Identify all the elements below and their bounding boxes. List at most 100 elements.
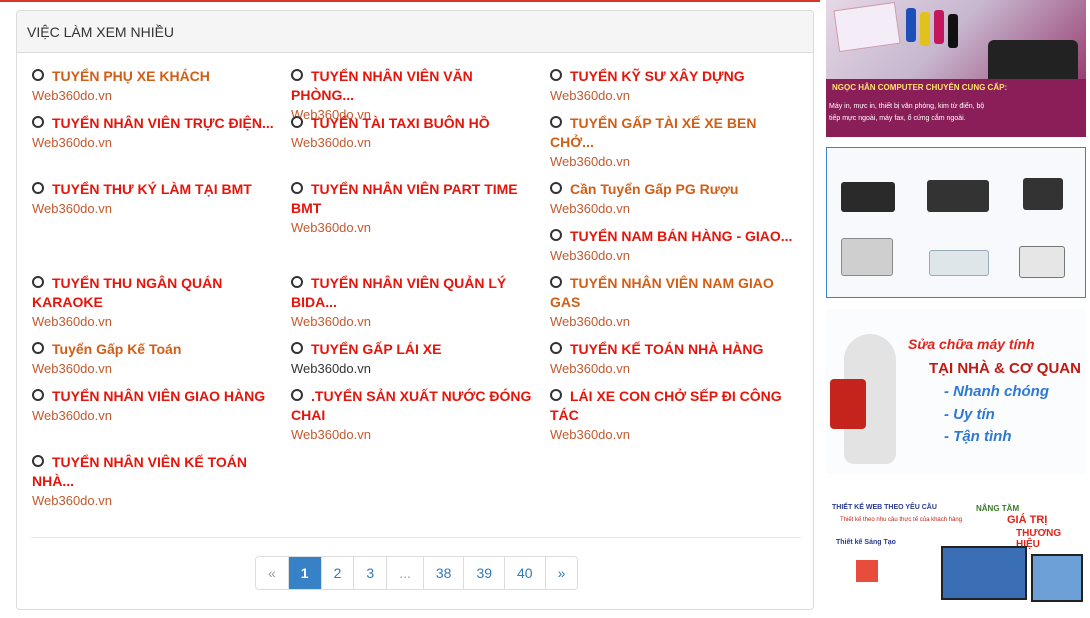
job-item: Cần Tuyển Gấp PG Rượu Web360do.vn bbox=[550, 180, 795, 218]
job-site: Web360do.vn bbox=[550, 361, 630, 376]
job-item: TUYỂN KẾ TOÁN NHÀ HÀNG Web360do.vn bbox=[550, 340, 795, 378]
job-link[interactable]: TUYỂN TÀI TAXI BUÔN HỒ bbox=[291, 114, 536, 133]
job-site: Web360do.vn bbox=[550, 154, 630, 169]
top-accent-line bbox=[0, 0, 820, 2]
job-site: Web360do.vn bbox=[32, 314, 112, 329]
ad-bullet: - Uy tín bbox=[944, 406, 995, 423]
next-page-button[interactable]: » bbox=[544, 557, 578, 589]
page-1-button[interactable]: 1 bbox=[287, 557, 321, 589]
ad-slogan: NÂNG TẦM bbox=[976, 504, 1020, 513]
job-item: Tuyển Gấp Kế Toán Web360do.vn bbox=[32, 340, 277, 378]
ad-slogan: GIÁ TRỊ bbox=[1007, 514, 1048, 526]
job-site: Web360do.vn bbox=[550, 427, 630, 442]
ad-heading: Sửa chữa máy tính bbox=[908, 336, 1035, 352]
job-site: Web360do.vn bbox=[32, 493, 112, 508]
job-link[interactable]: TUYỂN THƯ KÝ LÀM TẠI BMT bbox=[32, 180, 277, 199]
circle-icon bbox=[32, 116, 44, 128]
job-link[interactable]: TUYỂN NHÂN VIÊN QUẢN LÝ BIDA... bbox=[291, 274, 536, 312]
job-item: TUYỂN THU NGÂN QUÁN KARAOKE Web360do.vn bbox=[32, 274, 277, 331]
ad-headline: NGỌC HÂN COMPUTER CHUYÊN CUNG CẤP: bbox=[832, 83, 1008, 92]
circle-icon bbox=[550, 342, 562, 354]
job-site: Web360do.vn bbox=[32, 361, 112, 376]
job-link[interactable]: TUYỂN NHÂN VIÊN TRỰC ĐIỆN... bbox=[32, 114, 277, 133]
ink-bottle-image bbox=[934, 10, 944, 44]
job-link[interactable]: TUYỂN PHỤ XE KHÁCH bbox=[32, 67, 277, 86]
job-link[interactable]: LÁI XE CON CHỞ SẾP ĐI CÔNG TÁC bbox=[550, 387, 795, 425]
job-site: Web360do.vn bbox=[550, 201, 630, 216]
job-site: Web360do.vn bbox=[32, 88, 112, 103]
job-item: TUYỂN NHÂN VIÊN QUẢN LÝ BIDA... Web360do… bbox=[291, 274, 536, 331]
toner-image bbox=[929, 250, 989, 276]
paper-image bbox=[833, 1, 901, 53]
ad-banner-web-design[interactable]: THIẾT KẾ WEB THEO YÊU CẦU Thiết kế theo … bbox=[826, 488, 1086, 612]
job-link[interactable]: Tuyển Gấp Kế Toán bbox=[32, 340, 277, 359]
most-viewed-jobs-panel: VIỆC LÀM XEM NHIỀU TUYỂN PHỤ XE KHÁCH We… bbox=[16, 10, 814, 610]
ad-banner-computer-repair[interactable]: Sửa chữa máy tính TẠI NHÀ & CƠ QUAN - Nh… bbox=[826, 309, 1086, 474]
job-item: TUYỂN GẤP TÀI XẾ XE BEN CHỞ... Web360do.… bbox=[550, 114, 795, 171]
job-site: Web360do.vn bbox=[291, 427, 371, 442]
job-link[interactable]: TUYỂN KỸ SƯ XÂY DỰNG bbox=[550, 67, 795, 86]
job-link[interactable]: TUYỂN NHÂN VIÊN GIAO HÀNG bbox=[32, 387, 277, 406]
job-item: TUYỂN GẤP LÁI XE Web360do.vn bbox=[291, 340, 536, 378]
ink-bottle-image bbox=[920, 12, 930, 46]
panel-title: VIỆC LÀM XEM NHIỀU bbox=[17, 11, 813, 53]
job-link[interactable]: TUYỂN KẾ TOÁN NHÀ HÀNG bbox=[550, 340, 795, 359]
job-link[interactable]: TUYỂN NHÂN VIÊN KẾ TOÁN NHÀ... bbox=[32, 453, 277, 491]
circle-icon bbox=[291, 342, 303, 354]
divider bbox=[31, 537, 801, 538]
toner-image bbox=[927, 180, 989, 212]
ad-body: Thiết kế theo nhu cầu thực tế của khách … bbox=[840, 517, 963, 523]
circle-icon bbox=[291, 116, 303, 128]
ad-subheading: TẠI NHÀ & CƠ QUAN bbox=[929, 360, 1081, 377]
ad-bullet: - Nhanh chóng bbox=[944, 383, 1049, 400]
job-link[interactable]: TUYỂN GẤP TÀI XẾ XE BEN CHỞ... bbox=[550, 114, 795, 152]
job-site: Web360do.vn bbox=[550, 88, 630, 103]
job-link[interactable]: .TUYỂN SẢN XUẤT NƯỚC ĐÓNG CHAI bbox=[291, 387, 536, 425]
job-item: TUYỂN THƯ KÝ LÀM TẠI BMT Web360do.vn bbox=[32, 180, 277, 218]
circle-icon bbox=[550, 276, 562, 288]
page-40-button[interactable]: 40 bbox=[504, 557, 545, 589]
job-item: TUYỂN NHÂN VIÊN PART TIME BMT Web360do.v… bbox=[291, 180, 536, 237]
circle-icon bbox=[291, 69, 303, 81]
circle-icon bbox=[291, 182, 303, 194]
medical-bag-image bbox=[830, 379, 866, 429]
circle-icon bbox=[32, 182, 44, 194]
ink-bottle-image bbox=[906, 8, 916, 42]
circle-icon bbox=[291, 276, 303, 288]
job-link[interactable]: TUYỂN NAM BÁN HÀNG - GIAO... bbox=[550, 227, 795, 246]
job-site: Web360do.vn bbox=[291, 135, 371, 150]
ad-banner-printers[interactable] bbox=[826, 147, 1086, 298]
job-item: TUYỂN NHÂN VIÊN NAM GIAO GAS Web360do.vn bbox=[550, 274, 795, 331]
page-2-button[interactable]: 2 bbox=[320, 557, 354, 589]
ad-subheading: Thiết kế Sáng Tạo bbox=[836, 539, 896, 546]
job-item: TUYỂN NAM BÁN HÀNG - GIAO... Web360do.vn bbox=[550, 227, 795, 265]
pagination: « 1 2 3 ... 38 39 40 » bbox=[255, 556, 579, 590]
tablet-image bbox=[1031, 554, 1083, 602]
job-link[interactable]: TUYỂN THU NGÂN QUÁN KARAOKE bbox=[32, 274, 277, 312]
toner-image bbox=[841, 182, 895, 212]
job-link[interactable]: TUYỂN NHÂN VIÊN NAM GIAO GAS bbox=[550, 274, 795, 312]
page-3-button[interactable]: 3 bbox=[353, 557, 387, 589]
circle-icon bbox=[32, 455, 44, 467]
job-site: Web360do.vn bbox=[550, 314, 630, 329]
job-link[interactable]: TUYỂN NHÂN VIÊN VĂN PHÒNG... bbox=[291, 67, 536, 105]
prev-page-button[interactable]: « bbox=[256, 557, 288, 589]
page-39-button[interactable]: 39 bbox=[463, 557, 505, 589]
job-site: Web360do.vn bbox=[32, 135, 112, 150]
page-ellipsis: ... bbox=[386, 557, 423, 589]
monitor-image bbox=[941, 546, 1027, 600]
ad-text-bar: NGỌC HÂN COMPUTER CHUYÊN CUNG CẤP: Máy i… bbox=[826, 79, 1086, 137]
circle-icon bbox=[550, 182, 562, 194]
ad-banner-office-supplies[interactable]: NGỌC HÂN COMPUTER CHUYÊN CUNG CẤP: Máy i… bbox=[826, 0, 1086, 137]
job-link[interactable]: TUYỂN NHÂN VIÊN PART TIME BMT bbox=[291, 180, 536, 218]
circle-icon bbox=[32, 276, 44, 288]
job-item: TUYỂN NHÂN VIÊN KẾ TOÁN NHÀ... Web360do.… bbox=[32, 453, 277, 510]
circle-icon bbox=[550, 116, 562, 128]
job-item: LÁI XE CON CHỞ SẾP ĐI CÔNG TÁC Web360do.… bbox=[550, 387, 795, 444]
job-link[interactable]: TUYỂN GẤP LÁI XE bbox=[291, 340, 536, 359]
job-item: TUYỂN NHÂN VIÊN TRỰC ĐIỆN... Web360do.vn bbox=[32, 114, 277, 152]
page-38-button[interactable]: 38 bbox=[422, 557, 464, 589]
job-link[interactable]: Cần Tuyển Gấp PG Rượu bbox=[550, 180, 795, 199]
circle-icon bbox=[32, 69, 44, 81]
printer-image bbox=[841, 238, 893, 276]
